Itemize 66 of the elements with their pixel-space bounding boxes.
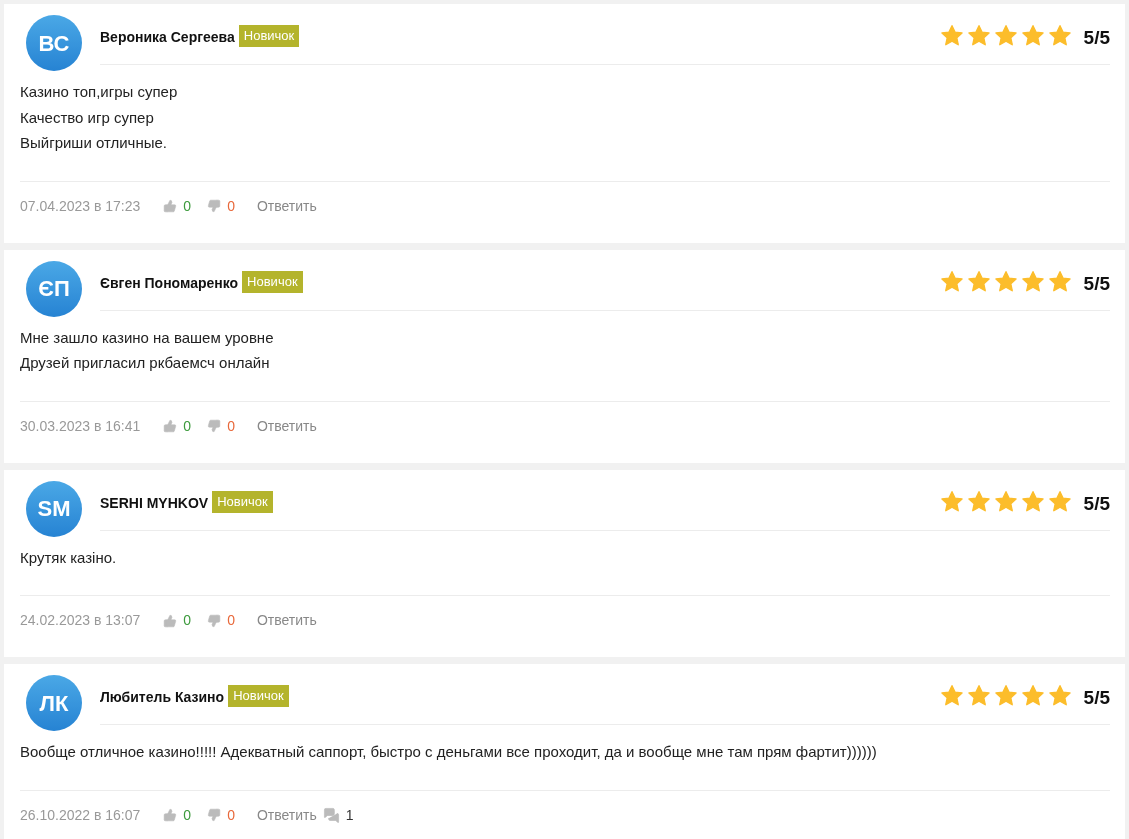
review-text: Мне зашло казино на вашем уровне Друзей пригласил ркбаемсч онлайн (20, 327, 275, 373)
star-icon (994, 270, 1017, 292)
like-button[interactable]: 0 (163, 610, 192, 631)
review-date: 07.04.2023 в 17:23 (20, 196, 141, 216)
star-icon (994, 685, 1017, 706)
thumbs-down-icon (207, 613, 222, 628)
star-icon (940, 685, 963, 706)
star-icon (940, 270, 963, 292)
review-text: Вообще отличное казино!!!!! Адекватный саппорт, быстро с деньгами все проходит, да и вообще мне там прям фартит)))))) (20, 742, 878, 762)
thumbs-up-icon (163, 613, 178, 628)
star-icon (967, 270, 990, 292)
review-date: 24.02.2023 в 13:07 (20, 611, 141, 630)
reply-link[interactable]: Ответить (256, 415, 317, 437)
star-icon (1048, 685, 1071, 706)
avatar: ЛК (26, 675, 82, 731)
review-date: 30.03.2023 в 16:41 (20, 416, 141, 436)
rank-badge: Новичок (228, 685, 289, 707)
star-icon (1048, 490, 1071, 512)
reply-link[interactable]: Ответить (256, 610, 317, 631)
like-button[interactable]: 0 (163, 415, 192, 437)
chat-bubbles-icon (322, 806, 340, 824)
avatar: ВС (26, 15, 82, 71)
dislike-button[interactable]: 0 (207, 610, 235, 631)
thumbs-up-icon (163, 419, 178, 433)
comments-button[interactable]: 1 (322, 804, 354, 826)
author-name: Вероника Сергеева (100, 28, 235, 47)
avatar: ЄП (26, 260, 82, 317)
review-date: 26.10.2022 в 16:07 (20, 805, 141, 825)
star-icon (967, 25, 990, 46)
author-name: SERHI MYHKOV (100, 493, 209, 513)
star-icon (967, 685, 990, 706)
star-icon (1048, 270, 1071, 292)
dislike-button[interactable]: 0 (207, 195, 235, 217)
dislike-button[interactable]: 0 (207, 415, 235, 437)
thumbs-up-icon (163, 808, 178, 822)
author-name: Любитель Казино (100, 688, 225, 707)
star-icon (1021, 490, 1044, 512)
dislike-button[interactable]: 0 (207, 804, 235, 826)
reply-link[interactable]: Ответить (256, 804, 317, 826)
rank-badge: Новичок (242, 270, 303, 293)
rating-score: 5/5 (1083, 26, 1110, 50)
star-icon (967, 490, 990, 512)
star-icon (1048, 25, 1071, 46)
star-icon (1021, 25, 1044, 46)
like-button[interactable]: 0 (163, 195, 192, 217)
rank-badge: Новичок (212, 490, 273, 513)
star-icon (994, 25, 1017, 46)
rating-score: 5/5 (1083, 491, 1110, 516)
star-icon (1021, 270, 1044, 292)
star-icon (994, 490, 1017, 512)
author-name: Євген Пономаренко (100, 273, 239, 293)
rank-badge: Новичок (238, 25, 300, 47)
like-button[interactable]: 0 (163, 804, 192, 826)
reply-link[interactable]: Ответить (256, 195, 317, 217)
star-icon (940, 490, 963, 512)
star-icon (940, 25, 963, 46)
review-text: Крутяк казіно. (20, 547, 118, 568)
thumbs-down-icon (207, 199, 222, 213)
rating-score: 5/5 (1083, 686, 1110, 710)
review-text: Казино топ,игры супер Качество игр супер Выйгриши отличные. (20, 82, 179, 153)
rating-score: 5/5 (1083, 271, 1110, 296)
star-icon (1021, 685, 1044, 706)
avatar: SM (26, 480, 82, 537)
thumbs-down-icon (207, 419, 222, 433)
thumbs-down-icon (207, 808, 222, 822)
thumbs-up-icon (163, 199, 178, 213)
